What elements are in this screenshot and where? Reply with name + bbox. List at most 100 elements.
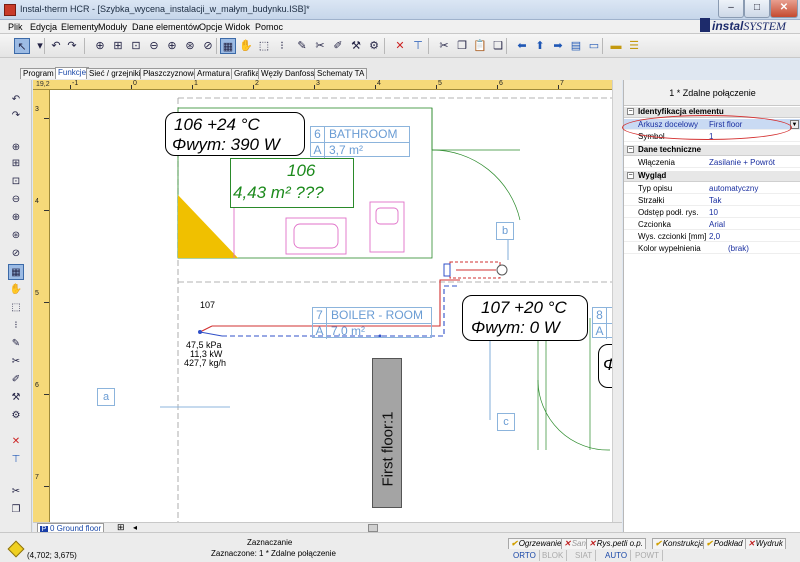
pipe-split-icon[interactable]: ⊤ (410, 38, 426, 54)
menu-dane-elementow[interactable]: Dane elementów (132, 22, 200, 32)
left-valve-icon[interactable]: ⚒ (8, 390, 24, 406)
left-zoom-fit-icon[interactable]: ⊡ (8, 174, 24, 190)
left-zoom-out-icon[interactable]: ⊖ (8, 192, 24, 208)
menu-pomoc[interactable]: Pomoc (255, 22, 283, 32)
collapse-icon[interactable]: − (627, 172, 634, 179)
close-button[interactable]: ✕ (770, 0, 798, 18)
zoom-fit-icon[interactable]: ⊡ (128, 38, 144, 54)
left-redo-icon[interactable]: ↷ (8, 108, 24, 124)
menu-widok[interactable]: Widok (225, 22, 250, 32)
left-zoom-all-icon[interactable]: ⊛ (8, 228, 24, 244)
duplicate-icon[interactable]: ❏ (490, 38, 506, 54)
pan-hand-icon[interactable]: ✋ (238, 38, 254, 54)
left-pan-hand-icon[interactable]: ✋ (8, 282, 24, 298)
property-row[interactable]: Czcionka Arial (624, 219, 800, 230)
layer-tab[interactable]: ✔Podkład (703, 538, 746, 549)
room-tag-boiler[interactable]: 7 BOILER - ROOM A 7,0 m² (312, 307, 432, 339)
sheets-icon[interactable]: ▤ (568, 38, 584, 54)
minimize-button[interactable]: – (718, 0, 744, 18)
left-device-icon[interactable]: ⚙ (8, 408, 24, 424)
panel-section[interactable]: − Wygląd (624, 171, 800, 182)
add-sheet-icon[interactable]: ⊞ (117, 523, 125, 532)
menu-elementy[interactable]: Elementy (61, 22, 99, 32)
zoom-all-icon[interactable]: ⊛ (182, 38, 198, 54)
property-value[interactable]: 10 (709, 207, 718, 218)
property-value[interactable]: (brak) (728, 243, 749, 254)
tab-węzły-danfoss[interactable]: Węzły Danfoss (258, 68, 318, 79)
property-value[interactable]: Tak (709, 195, 721, 206)
device-icon[interactable]: ⚙ (366, 38, 382, 54)
left-zoom-plus-icon[interactable]: ⊕ (8, 210, 24, 226)
grid-view-icon[interactable]: ▦ (220, 38, 236, 54)
snap-powt[interactable]: POWT (632, 550, 663, 561)
left-select-points-icon[interactable]: ⁝ (8, 318, 24, 334)
room-area-box[interactable]: 106 4,43 m² ??? (230, 158, 354, 208)
property-row[interactable]: Kolor wypełnienia (brak) (624, 243, 800, 254)
move-up-icon[interactable]: ⬆ (532, 38, 548, 54)
snap-blok[interactable]: BLOK (539, 550, 568, 561)
delete-icon[interactable]: ✕ (392, 38, 408, 54)
menu-moduly[interactable]: Moduły (98, 22, 127, 32)
left-zoom-window-icon[interactable]: ⊞ (8, 156, 24, 172)
left-select-rect-icon[interactable]: ⬚ (8, 300, 24, 316)
maximize-button[interactable]: □ (744, 0, 770, 18)
paste-icon[interactable]: 📋 (472, 38, 488, 54)
property-value[interactable]: automatyczny (709, 183, 758, 194)
scroll-left-icon[interactable]: ◂ (133, 523, 137, 532)
layer-tab[interactable]: ✔Ogrzewanie (508, 538, 565, 549)
folder-icon[interactable]: ▭ (586, 38, 602, 54)
drawing-canvas[interactable]: 106 +24 °C Φwym: 390 W 6 BATHROOM A 3,7 … (50, 90, 620, 522)
layer-tab[interactable]: ✕Rys.petli o.p. (586, 538, 646, 549)
layer-tab[interactable]: ✕Wydruk (745, 538, 786, 549)
move-right-icon[interactable]: ➡ (550, 38, 566, 54)
property-row[interactable]: Odstęp podł. rys. 10 (624, 207, 800, 218)
panel-section[interactable]: − Dane techniczne (624, 145, 800, 156)
tool-icon[interactable]: ✂ (312, 38, 328, 54)
horizontal-scroll-thumb[interactable] (368, 524, 378, 532)
left-zoom-in-icon[interactable]: ⊕ (8, 140, 24, 156)
pipe-tag-c[interactable]: c (497, 413, 515, 431)
menu-edycja[interactable]: Edycja (30, 22, 57, 32)
select-rect-icon[interactable]: ⬚ (256, 38, 272, 54)
copy-icon[interactable]: ❐ (454, 38, 470, 54)
valve-icon[interactable]: ⚒ (348, 38, 364, 54)
vertical-scrollbar[interactable] (612, 80, 622, 532)
cut-icon[interactable]: ✂ (436, 38, 452, 54)
select-arrow-icon[interactable]: ↖ (14, 38, 30, 54)
tab-sieć-grzejniki[interactable]: Sieć / grzejniki (86, 68, 144, 79)
collapse-icon[interactable]: − (627, 146, 634, 153)
zoom-out-icon[interactable]: ⊖ (146, 38, 162, 54)
left-zoom-previous-icon[interactable]: ⊘ (8, 246, 24, 262)
tab-program[interactable]: Program (20, 68, 57, 79)
zoom-window-icon[interactable]: ⊞ (110, 38, 126, 54)
select-dropdown-icon[interactable]: ▾ (32, 38, 48, 54)
property-row[interactable]: Typ opisu automatyczny (624, 183, 800, 194)
left-undo-icon[interactable]: ↶ (8, 92, 24, 108)
property-value[interactable]: Zasilanie + Powrót (709, 157, 775, 168)
pipe-tag-a[interactable]: a (97, 388, 115, 406)
app-icon[interactable] (4, 4, 16, 16)
property-value[interactable]: 2,0 (709, 231, 720, 242)
property-row[interactable]: Włączenia Zasilanie + Powrót (624, 157, 800, 168)
tab-płaszczyznowe[interactable]: Płaszczyznowe (140, 68, 201, 79)
pipe-tag-b[interactable]: b (496, 222, 514, 240)
select-points-icon[interactable]: ⁝ (274, 38, 290, 54)
left-delete-icon[interactable]: ✕ (8, 434, 24, 450)
zoom-plus-icon[interactable]: ⊕ (164, 38, 180, 54)
pencil-icon[interactable]: ✎ (294, 38, 310, 54)
layer-tab[interactable]: ✔Konstrukcja (652, 538, 708, 549)
snap-auto[interactable]: AUTO (602, 550, 632, 561)
property-value[interactable]: Arial (709, 219, 725, 230)
tab-armatura[interactable]: Armatura (194, 68, 233, 79)
property-row[interactable]: Wys. czcionki [mm] 2,0 (624, 231, 800, 242)
room-tag-bathroom[interactable]: 6 BATHROOM A 3,7 m² (310, 126, 410, 158)
zoom-in-icon[interactable]: ⊕ (92, 38, 108, 54)
undo-icon[interactable]: ↶ (48, 38, 64, 54)
brush-icon[interactable]: ✐ (330, 38, 346, 54)
layers-icon[interactable]: ▬ (608, 38, 624, 54)
left-pencil-icon[interactable]: ✎ (8, 336, 24, 352)
tab-schematy-ta[interactable]: Schematy TA (314, 68, 368, 79)
riser-connection[interactable]: First floor:1 (372, 358, 402, 508)
move-left-icon[interactable]: ⬅ (514, 38, 530, 54)
left-brush-icon[interactable]: ✐ (8, 372, 24, 388)
